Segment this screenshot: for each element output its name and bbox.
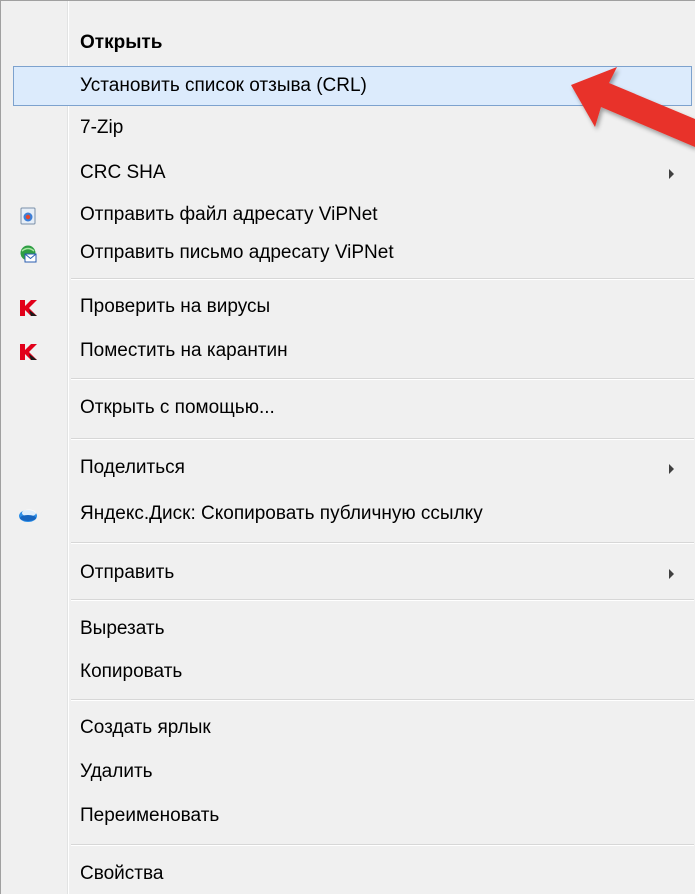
menu-item-label: Переименовать bbox=[80, 805, 220, 826]
menu-item-label: Создать ярлык bbox=[80, 717, 211, 738]
menu-item-label: Открыть bbox=[80, 32, 163, 53]
menu-item-delete[interactable]: Удалить bbox=[1, 752, 694, 792]
menu-item-share[interactable]: Поделиться bbox=[1, 448, 694, 488]
context-menu: Открыть Установить список отзыва (CRL) 7… bbox=[0, 0, 695, 894]
menu-separator bbox=[71, 844, 694, 846]
menu-separator bbox=[71, 699, 694, 701]
menu-item-label: Свойства bbox=[80, 863, 164, 884]
menu-item-vipnet-send-file[interactable]: Отправить файл адресату ViPNet bbox=[1, 195, 694, 235]
menu-item-quarantine[interactable]: Поместить на карантин bbox=[1, 331, 694, 371]
menu-item-label: Вырезать bbox=[80, 618, 165, 639]
yandex-disk-icon bbox=[18, 505, 38, 525]
menu-item-label: Отправить bbox=[80, 562, 175, 583]
menu-separator bbox=[71, 438, 694, 440]
menu-item-rename[interactable]: Переименовать bbox=[1, 796, 694, 836]
menu-item-crc-sha[interactable]: CRC SHA bbox=[1, 153, 694, 193]
submenu-arrow-icon bbox=[669, 464, 674, 474]
menu-separator bbox=[71, 378, 694, 380]
menu-item-yandex-disk-copy-link[interactable]: Яндекс.Диск: Скопировать публичную ссылк… bbox=[1, 494, 694, 534]
submenu-arrow-icon bbox=[669, 169, 674, 179]
menu-item-install-crl[interactable]: Установить список отзыва (CRL) bbox=[13, 66, 692, 106]
menu-item-label: Копировать bbox=[80, 661, 183, 682]
menu-item-scan-viruses[interactable]: Проверить на вирусы bbox=[1, 287, 694, 327]
menu-item-open-with[interactable]: Открыть с помощью... bbox=[1, 388, 694, 428]
menu-item-7zip[interactable]: 7-Zip bbox=[1, 108, 694, 148]
vipnet-file-icon bbox=[18, 206, 38, 226]
menu-item-label: Отправить письмо адресату ViPNet bbox=[80, 242, 394, 263]
menu-item-label: CRC SHA bbox=[80, 162, 166, 183]
kaspersky-icon bbox=[18, 298, 38, 318]
menu-item-label: Отправить файл адресату ViPNet bbox=[80, 204, 378, 225]
menu-item-label: 7-Zip bbox=[80, 117, 124, 138]
submenu-arrow-icon bbox=[669, 569, 674, 579]
menu-item-send-to[interactable]: Отправить bbox=[1, 553, 694, 593]
menu-item-label: Открыть с помощью... bbox=[80, 397, 275, 418]
menu-item-label: Поделиться bbox=[80, 457, 185, 478]
menu-item-copy[interactable]: Копировать bbox=[1, 652, 694, 692]
menu-item-label: Удалить bbox=[80, 761, 153, 782]
menu-separator bbox=[71, 599, 694, 601]
menu-item-label: Проверить на вирусы bbox=[80, 296, 271, 317]
kaspersky-icon bbox=[18, 342, 38, 362]
menu-item-label: Установить список отзыва (CRL) bbox=[80, 75, 367, 96]
menu-item-properties[interactable]: Свойства bbox=[1, 854, 694, 894]
menu-separator bbox=[71, 278, 694, 280]
menu-item-label: Поместить на карантин bbox=[80, 340, 288, 361]
menu-item-cut[interactable]: Вырезать bbox=[1, 609, 694, 649]
menu-item-vipnet-send-mail[interactable]: Отправить письмо адресату ViPNet bbox=[1, 233, 694, 273]
menu-item-label: Яндекс.Диск: Скопировать публичную ссылк… bbox=[80, 503, 483, 524]
vipnet-mail-icon bbox=[18, 244, 38, 264]
menu-item-create-shortcut[interactable]: Создать ярлык bbox=[1, 708, 694, 748]
menu-item-open[interactable]: Открыть bbox=[1, 23, 694, 63]
menu-separator bbox=[71, 542, 694, 544]
